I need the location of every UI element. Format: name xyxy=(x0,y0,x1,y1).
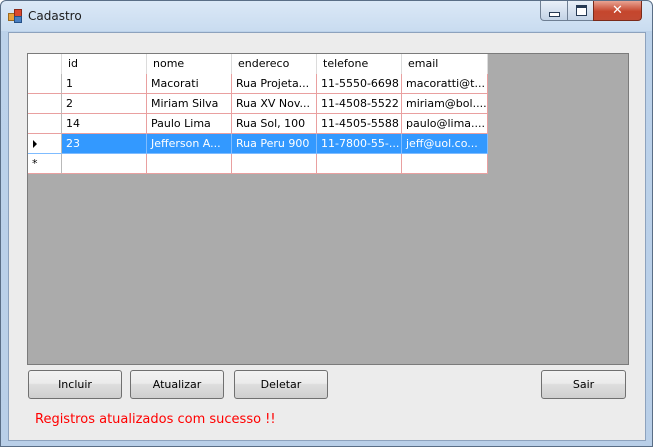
close-icon: ✕ xyxy=(612,3,623,18)
cell-telefone[interactable] xyxy=(317,154,402,174)
cell-telefone[interactable]: 11-4505-5588 xyxy=(317,114,402,134)
main-window: Cadastro ✕ id nome endereco telefone ema… xyxy=(0,0,653,447)
minimize-icon xyxy=(549,11,560,17)
row-header[interactable]: * xyxy=(28,154,62,174)
sair-button[interactable]: Sair xyxy=(541,370,626,399)
row-header[interactable] xyxy=(28,134,62,154)
cell-endereco[interactable]: Rua Peru 900 xyxy=(232,134,317,154)
cell-nome[interactable] xyxy=(147,154,232,174)
incluir-button[interactable]: Incluir xyxy=(28,370,122,399)
column-header-telefone[interactable]: telefone xyxy=(317,54,402,74)
cell-email[interactable]: miriam@bol.... xyxy=(402,94,488,114)
cell-id[interactable]: 23 xyxy=(62,134,147,154)
maximize-icon xyxy=(575,5,587,16)
cell-endereco[interactable]: Rua Sol, 100 xyxy=(232,114,317,134)
column-header-endereco[interactable]: endereco xyxy=(232,54,317,74)
cell-id[interactable]: 2 xyxy=(62,94,147,114)
maximize-button[interactable] xyxy=(567,1,595,21)
cell-email[interactable]: jeff@uol.co... xyxy=(402,134,488,154)
app-icon xyxy=(8,9,22,23)
minimize-button[interactable] xyxy=(540,1,569,21)
form-client-area: id nome endereco telefone email 1 Macora… xyxy=(8,32,646,441)
row-header[interactable] xyxy=(28,114,62,134)
cell-nome[interactable]: Jefferson A... xyxy=(147,134,232,154)
cell-nome[interactable]: Miriam Silva xyxy=(147,94,232,114)
cell-id[interactable] xyxy=(62,154,147,174)
cell-email[interactable]: paulo@lima.... xyxy=(402,114,488,134)
cell-endereco[interactable] xyxy=(232,154,317,174)
cell-id[interactable]: 1 xyxy=(62,74,147,94)
title-bar[interactable]: Cadastro ✕ xyxy=(1,1,652,31)
row-header-corner xyxy=(28,54,62,74)
cell-endereco[interactable]: Rua Projeta... xyxy=(232,74,317,94)
records-datagrid[interactable]: id nome endereco telefone email 1 Macora… xyxy=(27,53,629,365)
cell-email[interactable]: macoratti@t... xyxy=(402,74,488,94)
cell-nome[interactable]: Paulo Lima xyxy=(147,114,232,134)
atualizar-button[interactable]: Atualizar xyxy=(130,370,224,399)
status-message: Registros atualizados com sucesso !! xyxy=(35,412,276,427)
column-header-id[interactable]: id xyxy=(62,54,147,74)
column-header-email[interactable]: email xyxy=(402,54,488,74)
cell-email[interactable] xyxy=(402,154,488,174)
column-header-nome[interactable]: nome xyxy=(147,54,232,74)
cell-telefone[interactable]: 11-7800-55-... xyxy=(317,134,402,154)
cell-endereco[interactable]: Rua XV Nov... xyxy=(232,94,317,114)
row-header[interactable] xyxy=(28,74,62,94)
cell-telefone[interactable]: 11-5550-6698 xyxy=(317,74,402,94)
cell-nome[interactable]: Macorati xyxy=(147,74,232,94)
window-title: Cadastro xyxy=(28,9,82,23)
close-button[interactable]: ✕ xyxy=(593,1,642,21)
new-row-icon: * xyxy=(32,157,38,170)
current-row-arrow-icon xyxy=(33,140,37,148)
cell-id[interactable]: 14 xyxy=(62,114,147,134)
row-header[interactable] xyxy=(28,94,62,114)
deletar-button[interactable]: Deletar xyxy=(234,370,328,399)
cell-telefone[interactable]: 11-4508-5522 xyxy=(317,94,402,114)
